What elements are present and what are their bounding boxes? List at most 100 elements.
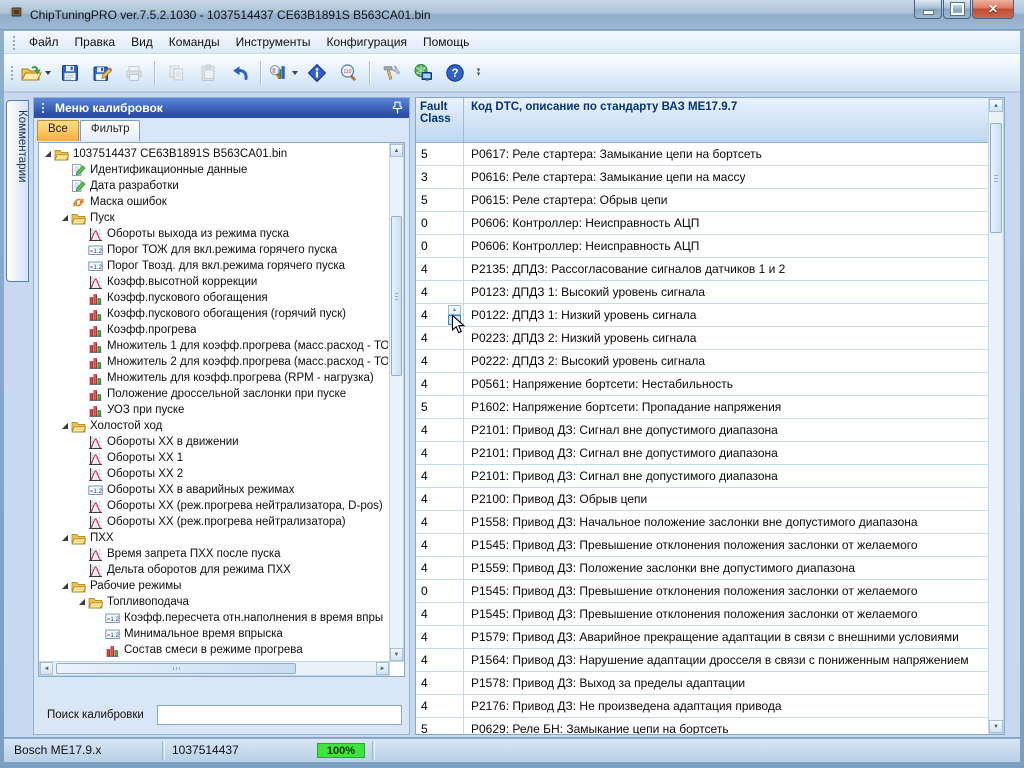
close-button[interactable]: ✕	[972, 0, 1014, 19]
dtc-description-cell[interactable]: P0123: ДПДЗ 1: Высокий уровень сигнала	[464, 281, 988, 303]
fault-class-cell[interactable]: 4	[416, 281, 464, 303]
scroll-down-icon[interactable]: ▼	[989, 720, 1003, 733]
dtc-description-cell[interactable]: P0606: Контроллер: Неисправность АЦП	[464, 235, 988, 257]
online-update-button[interactable]	[407, 58, 439, 88]
tree-item[interactable]: Коэфф.высотной коррекции	[39, 274, 388, 290]
dtc-table-row[interactable]: 4P1545: Привод ДЗ: Превышение отклонения…	[416, 603, 988, 626]
fault-class-cell[interactable]: 5	[416, 718, 464, 734]
fault-class-spinner[interactable]: ▲▼	[448, 305, 461, 325]
dtc-description-column-header[interactable]: Код DTC, описание по стандарту ВАЗ ME17.…	[464, 98, 988, 142]
tree-item[interactable]: ◢Рабочие режимы	[39, 578, 388, 594]
tree-item[interactable]: Коэфф.пускового обогащения (горячий пуск…	[39, 306, 388, 322]
tree-expander-icon[interactable]: ◢	[60, 581, 70, 591]
scroll-left-icon[interactable]: ◄	[40, 662, 53, 675]
fault-class-cell[interactable]: 4	[416, 626, 464, 648]
dtc-table-row[interactable]: 4▲▼P0122: ДПДЗ 1: Низкий уровень сигнала	[416, 304, 988, 327]
dtc-description-cell[interactable]: P0223: ДПДЗ 2: Низкий уровень сигнала	[464, 327, 988, 349]
dtc-table-row[interactable]: 4P0222: ДПДЗ 2: Высокий уровень сигнала	[416, 350, 988, 373]
tree-horizontal-scrollbar[interactable]: ◄ ►	[39, 661, 390, 676]
fault-class-cell[interactable]: 3	[416, 166, 464, 188]
calibration-panel-header[interactable]: Меню калибровок	[34, 98, 409, 118]
toolbar-overflow-icon[interactable]: ▾▾	[473, 60, 484, 86]
dtc-description-cell[interactable]: P0615: Реле стартера: Обрыв цепи	[464, 189, 988, 211]
tree-item[interactable]: Обороты ХХ 1	[39, 450, 388, 466]
dtc-description-cell[interactable]: P2101: Привод ДЗ: Сигнал вне допустимого…	[464, 442, 988, 464]
scroll-up-icon[interactable]: ▲	[390, 144, 403, 157]
fault-class-cell[interactable]: 4	[416, 649, 464, 671]
scrollbar-thumb[interactable]	[56, 663, 296, 674]
dtc-description-cell[interactable]: P1564: Привод ДЗ: Нарушение адаптации др…	[464, 649, 988, 671]
tree-item[interactable]: Состав смеси в режиме высоких нагрузок	[39, 658, 388, 660]
fault-class-cell[interactable]: 4	[416, 258, 464, 280]
tree-item[interactable]: =1.2Порог ТОЖ для вкл.режима горячего пу…	[39, 242, 388, 258]
menu-edit[interactable]: Правка	[67, 32, 124, 52]
dtc-table-row[interactable]: 0P0606: Контроллер: Неисправность АЦП	[416, 235, 988, 258]
open-file-button[interactable]	[19, 58, 54, 88]
fault-class-cell[interactable]: 4	[416, 442, 464, 464]
dtc-table-row[interactable]: 5P1602: Напряжение бортсети: Пропадание …	[416, 396, 988, 419]
dtc-description-cell[interactable]: P1545: Привод ДЗ: Превышение отклонения …	[464, 603, 988, 625]
menu-configuration[interactable]: Конфигурация	[318, 32, 415, 52]
dtc-description-cell[interactable]: P1545: Привод ДЗ: Превышение отклонения …	[464, 580, 988, 602]
tools-button[interactable]	[375, 58, 407, 88]
tree-item[interactable]: Идентификационные данные	[39, 162, 388, 178]
dtc-description-cell[interactable]: P0629: Реле БН: Замыкание цепи на бортсе…	[464, 718, 988, 734]
dtc-description-cell[interactable]: P0617: Реле стартера: Замыкание цепи на …	[464, 143, 988, 165]
dtc-description-cell[interactable]: P2101: Привод ДЗ: Сигнал вне допустимого…	[464, 465, 988, 487]
tree-item[interactable]: Положение дроссельной заслонки при пуске	[39, 386, 388, 402]
dtc-table-row[interactable]: 5P0617: Реле стартера: Замыкание цепи на…	[416, 143, 988, 166]
fault-class-cell[interactable]: 4	[416, 603, 464, 625]
fault-class-cell[interactable]: 5	[416, 396, 464, 418]
fault-class-cell[interactable]: 4	[416, 695, 464, 717]
dtc-table-row[interactable]: 4P0123: ДПДЗ 1: Высокий уровень сигнала	[416, 281, 988, 304]
scrollbar-thumb[interactable]	[391, 216, 402, 376]
tree-item[interactable]: Множитель 2 для коэфф.прогрева (масс.рас…	[39, 354, 388, 370]
tree-vertical-scrollbar[interactable]: ▲ ▼	[389, 143, 404, 662]
tree-item[interactable]: ◢1037514437 CE63B1891S B563CA01.bin	[39, 146, 388, 162]
dtc-table-row[interactable]: 4P1578: Привод ДЗ: Выход за пределы адап…	[416, 672, 988, 695]
dtc-table-row[interactable]: 4P2176: Привод ДЗ: Не произведена адапта…	[416, 695, 988, 718]
tree-item[interactable]: Множитель для коэфф.прогрева (RPM - нагр…	[39, 370, 388, 386]
tree-expander-icon[interactable]: ◢	[60, 213, 70, 223]
dtc-table-row[interactable]: 4P0561: Напряжение бортсети: Нестабильно…	[416, 373, 988, 396]
fault-class-cell[interactable]: 4	[416, 419, 464, 441]
tree-item[interactable]: Время запрета ПХХ после пуска	[39, 546, 388, 562]
dtc-table-row[interactable]: 0P1545: Привод ДЗ: Превышение отклонения…	[416, 580, 988, 603]
dtc-table-row[interactable]: 4P0223: ДПДЗ 2: Низкий уровень сигнала	[416, 327, 988, 350]
fault-class-cell[interactable]: 4	[416, 488, 464, 510]
fault-class-cell[interactable]: 0	[416, 235, 464, 257]
tree-item[interactable]: Состав смеси в режиме прогрева	[39, 642, 388, 658]
spinner-down-icon[interactable]: ▼	[448, 315, 461, 325]
tree-item[interactable]: =1.2Минимальное время впрыска	[39, 626, 388, 642]
scroll-up-icon[interactable]: ▲	[989, 99, 1003, 112]
dtc-table-row[interactable]: 3P0616: Реле стартера: Замыкание цепи на…	[416, 166, 988, 189]
fault-class-cell[interactable]: 4▲▼	[416, 304, 464, 326]
dtc-table-row[interactable]: 4P1559: Привод ДЗ: Положение заслонки вн…	[416, 557, 988, 580]
fault-class-cell[interactable]: 4	[416, 373, 464, 395]
tree-item[interactable]: =1.2Коэфф.пересчета отн.наполнения в вре…	[39, 610, 388, 626]
tree-expander-icon[interactable]: ◢	[60, 421, 70, 431]
dtc-description-cell[interactable]: P2100: Привод ДЗ: Обрыв цепи	[464, 488, 988, 510]
tree-item[interactable]: Маска ошибок	[39, 194, 388, 210]
tree-item[interactable]: УОЗ при пуске	[39, 402, 388, 418]
fault-class-cell[interactable]: 4	[416, 465, 464, 487]
dtc-description-cell[interactable]: P0606: Контроллер: Неисправность АЦП	[464, 212, 988, 234]
menu-help[interactable]: Помощь	[415, 32, 477, 52]
fault-class-cell[interactable]: 5	[416, 143, 464, 165]
dtc-description-cell[interactable]: P1602: Напряжение бортсети: Пропадание н…	[464, 396, 988, 418]
dtc-table-row[interactable]: 4P2101: Привод ДЗ: Сигнал вне допустимог…	[416, 465, 988, 488]
dtc-description-cell[interactable]: P2176: Привод ДЗ: Не произведена адаптац…	[464, 695, 988, 717]
dtc-table-row[interactable]: 4P1564: Привод ДЗ: Нарушение адаптации д…	[416, 649, 988, 672]
tab-filter[interactable]: Фильтр	[80, 120, 141, 141]
tree-item[interactable]: Обороты ХХ (реж.прогрева нейтрализатора,…	[39, 498, 388, 514]
comments-dock-tab[interactable]: Комментарии	[6, 100, 29, 282]
info-button[interactable]	[301, 58, 333, 88]
dtc-description-cell[interactable]: P2101: Привод ДЗ: Сигнал вне допустимого…	[464, 419, 988, 441]
scroll-right-icon[interactable]: ►	[376, 662, 389, 675]
dtc-description-cell[interactable]: P2135: ДПДЗ: Рассогласование сигналов да…	[464, 258, 988, 280]
dtc-description-cell[interactable]: P0616: Реле стартера: Замыкание цепи на …	[464, 166, 988, 188]
tree-item[interactable]: Дата разработки	[39, 178, 388, 194]
tree-item[interactable]: Обороты ХХ (реж.прогрева нейтрализатора)	[39, 514, 388, 530]
menu-view[interactable]: Вид	[123, 32, 161, 52]
tree-item[interactable]: Коэфф.прогрева	[39, 322, 388, 338]
